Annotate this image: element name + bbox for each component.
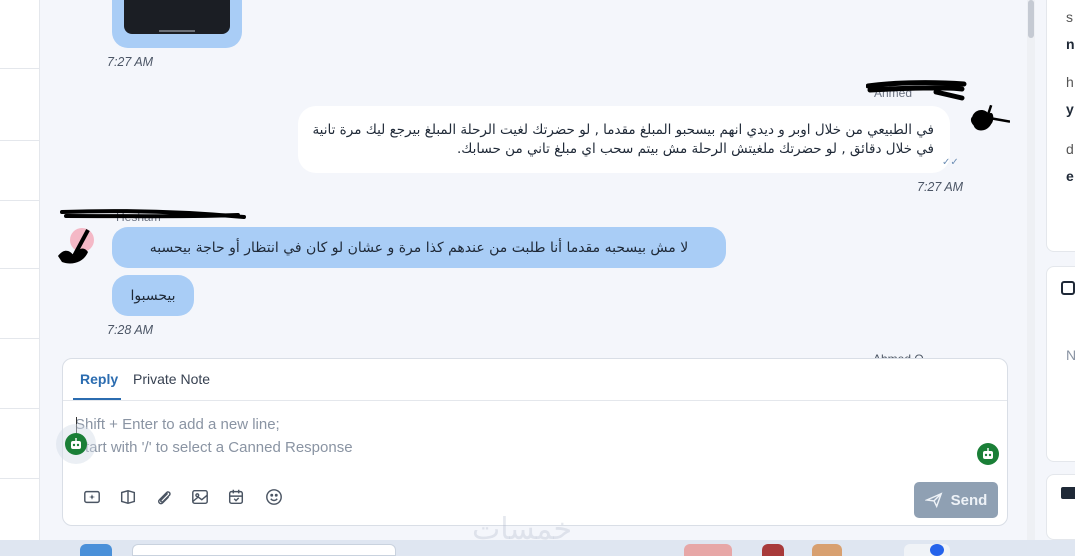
list-divider — [0, 408, 40, 409]
contact-field: n — [1066, 36, 1075, 52]
tag-icon — [1061, 487, 1075, 499]
incoming-message-bubble[interactable]: لا مش بيسحبه مقدما أنا طلبت من عندهم كذا… — [112, 227, 726, 268]
contact-card: s n h y d e — [1046, 0, 1075, 252]
taskbar-app-icon[interactable] — [762, 544, 784, 556]
incoming-message-text: لا مش بيسحبه مقدما أنا طلبت من عندهم كذا… — [149, 239, 689, 256]
active-tab-indicator — [73, 398, 121, 400]
taskbar-search[interactable] — [132, 544, 396, 556]
list-divider — [0, 478, 40, 479]
message-time: 7:28 AM — [107, 323, 154, 337]
message-input[interactable]: Shift + Enter to add a new line; Start w… — [75, 413, 975, 463]
reply-composer: Reply Private Note Shift + Enter to add … — [62, 358, 1008, 526]
incoming-message-text: بيحسبوا — [130, 287, 176, 304]
attachment-icon[interactable] — [155, 488, 175, 508]
outgoing-message-text: في الطبيعي من خلال اوبر و ديدي انهم بيسح… — [312, 122, 934, 157]
clock-icon — [1061, 281, 1075, 295]
conversation-info-card: N — [1046, 266, 1075, 462]
taskbar-app-icon[interactable] — [812, 544, 842, 556]
contact-field: e — [1066, 168, 1074, 184]
calendar-icon[interactable] — [227, 488, 247, 508]
input-placeholder-line-1: Shift + Enter to add a new line; — [75, 416, 280, 433]
message-time: 7:27 AM — [917, 180, 964, 194]
contact-field: y — [1066, 101, 1074, 117]
article-icon[interactable] — [119, 488, 139, 508]
image-icon[interactable] — [191, 488, 211, 508]
contact-field: h — [1066, 74, 1074, 90]
redaction-mark — [60, 209, 246, 219]
floating-bot-button[interactable] — [56, 424, 96, 464]
list-divider — [0, 268, 40, 269]
list-divider — [0, 68, 40, 69]
redaction-mark — [866, 80, 967, 101]
taskbar-app-icon[interactable] — [80, 544, 112, 556]
message-time: 7:27 AM — [107, 55, 154, 69]
agent-avatar[interactable] — [966, 96, 1010, 146]
info-field: N — [1066, 347, 1075, 363]
incoming-message-bubble[interactable]: بيحسبوا — [112, 275, 194, 316]
bot-icon[interactable] — [977, 443, 999, 465]
scrollbar-track[interactable] — [1027, 0, 1035, 540]
send-label: Send — [950, 491, 988, 509]
read-receipt-icon: ✓✓ — [942, 157, 959, 168]
taskbar-app-icon[interactable] — [684, 544, 732, 556]
list-divider — [0, 338, 40, 339]
conversation-list-edge — [0, 0, 40, 540]
tab-private-note[interactable]: Private Note — [133, 371, 210, 387]
image-message[interactable] — [112, 0, 242, 48]
image-home-indicator — [159, 30, 195, 32]
emoji-picker-icon[interactable] — [83, 488, 103, 508]
list-divider — [0, 200, 40, 201]
customer-avatar[interactable] — [54, 226, 98, 270]
tab-reply[interactable]: Reply — [80, 371, 118, 387]
bot-icon[interactable] — [65, 433, 87, 455]
composer-tabs: Reply Private Note — [63, 359, 1007, 401]
list-divider — [0, 140, 40, 141]
send-button[interactable]: Send — [914, 482, 998, 518]
scrollbar-thumb[interactable] — [1028, 0, 1034, 38]
macros-card — [1046, 474, 1075, 540]
contact-field: d — [1066, 141, 1074, 157]
smiley-icon[interactable] — [265, 488, 285, 508]
notification-badge — [930, 544, 944, 556]
image-thumbnail[interactable] — [124, 0, 230, 34]
input-placeholder-line-2: Start with '/' to select a Canned Respon… — [75, 439, 353, 456]
contact-field: s — [1066, 9, 1073, 25]
send-icon — [924, 492, 943, 509]
taskbar — [0, 540, 1075, 556]
